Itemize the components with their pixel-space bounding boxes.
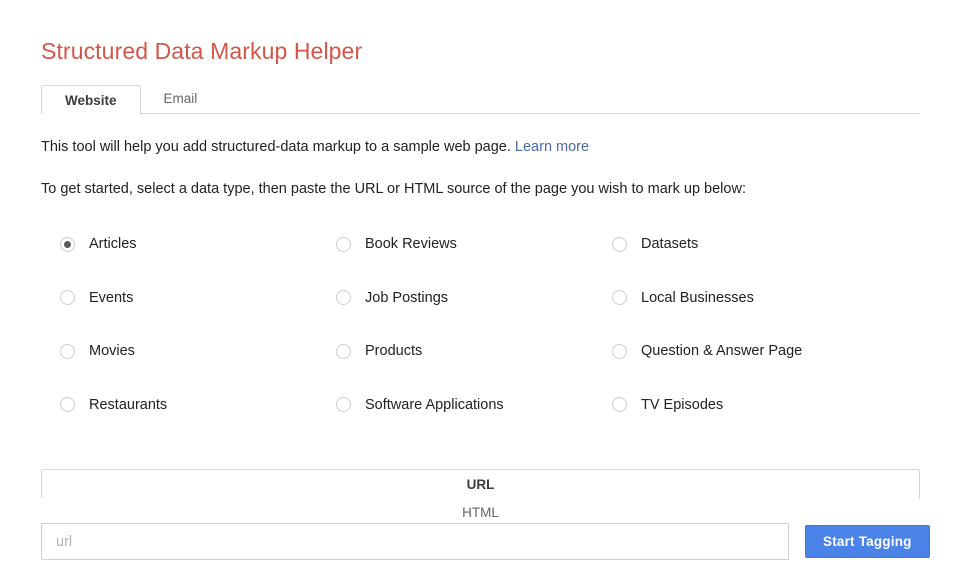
instructions-paragraph: To get started, select a data type, then… [41,181,746,197]
radio-option-articles[interactable]: Articles [60,231,336,257]
radio-option-label: Book Reviews [365,236,457,252]
radio-unselected-icon [60,397,75,412]
tab-website-label: Website [65,93,117,108]
source-input-row: Start Tagging [41,523,930,561]
radio-unselected-icon [612,236,627,252]
radio-option-software-applications[interactable]: Software Applications [336,392,612,418]
start-tagging-button[interactable]: Start Tagging [805,525,930,558]
radio-option-label: Job Postings [365,289,449,306]
radio-option-restaurants[interactable]: Restaurants [60,392,336,418]
tab-html-label: HTML [462,505,499,520]
radio-option-tv-episodes[interactable]: TV Episodes [612,392,888,418]
main-tab-bar: Website Email [41,84,920,115]
intro-paragraph: This tool will help you add structured-d… [41,139,589,155]
tab-email-label: Email [163,91,198,106]
radio-unselected-icon [336,290,351,305]
radio-option-label: Restaurants [89,396,168,413]
learn-more-link[interactable]: Learn more [515,139,589,155]
radio-unselected-icon [60,343,75,359]
tab-website[interactable]: Website [41,85,141,115]
radio-unselected-icon [612,343,627,359]
radio-option-book-reviews[interactable]: Book Reviews [336,231,612,257]
structured-data-markup-helper-page: Structured Data Markup Helper Website Em… [0,0,958,587]
url-input[interactable] [41,523,789,560]
radio-unselected-icon [336,397,351,412]
source-tab-bar: URL HTML [41,469,920,520]
tab-url-label: URL [466,477,495,492]
radio-option-label: TV Episodes [641,396,724,413]
data-type-radio-group: Articles Book Reviews Datasets Events Jo… [60,231,920,445]
tab-url[interactable]: URL [41,469,920,499]
radio-option-datasets[interactable]: Datasets [612,231,888,257]
radio-unselected-icon [336,343,351,359]
tab-email[interactable]: Email [141,84,221,114]
radio-unselected-icon [612,290,627,305]
radio-option-movies[interactable]: Movies [60,338,336,364]
radio-option-label: Movies [89,343,135,359]
radio-option-label: Events [89,289,134,306]
radio-unselected-icon [60,290,75,305]
radio-option-label: Datasets [641,236,699,252]
radio-unselected-icon [612,397,627,412]
radio-option-label: Question & Answer Page [641,343,803,359]
page-title: Structured Data Markup Helper [41,38,363,65]
radio-option-events[interactable]: Events [60,285,336,311]
radio-option-products[interactable]: Products [336,338,612,364]
radio-option-label: Software Applications [365,396,504,413]
radio-option-local-businesses[interactable]: Local Businesses [612,285,888,311]
radio-option-label: Local Businesses [641,289,754,306]
radio-unselected-icon [336,236,351,252]
intro-text: This tool will help you add structured-d… [41,139,511,155]
radio-option-job-postings[interactable]: Job Postings [336,285,612,311]
radio-selected-icon [60,236,75,252]
radio-option-question-answer-page[interactable]: Question & Answer Page [612,338,888,364]
radio-option-label: Articles [89,236,137,252]
radio-option-label: Products [365,343,423,359]
